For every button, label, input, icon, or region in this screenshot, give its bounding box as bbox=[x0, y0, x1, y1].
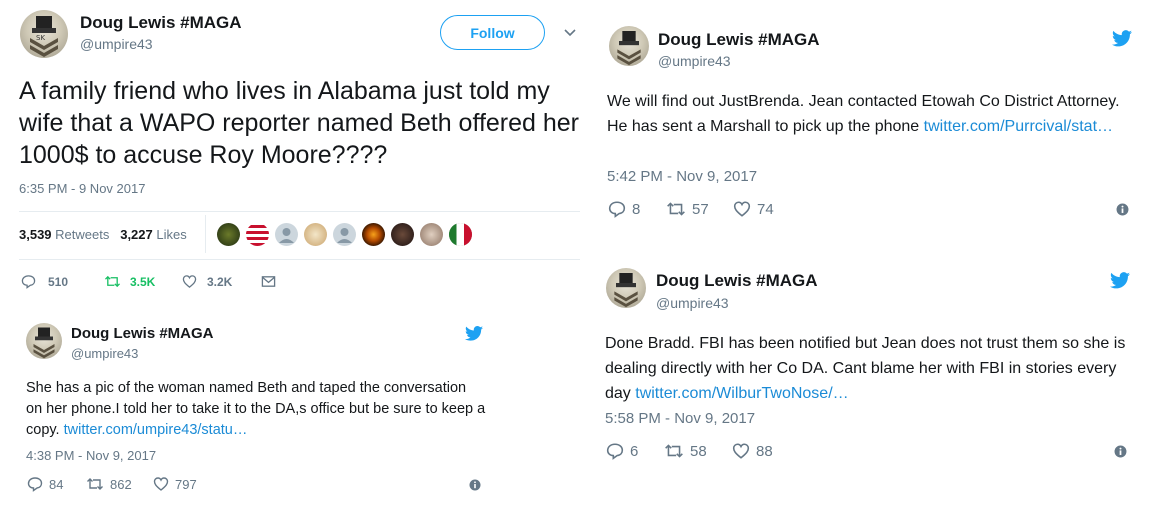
retweet-action[interactable]: 3.5K bbox=[104, 274, 155, 289]
twitter-bird-icon[interactable] bbox=[1112, 30, 1132, 47]
liker-avatar[interactable] bbox=[304, 223, 327, 246]
tweet-link[interactable]: twitter.com/umpire43/statu… bbox=[64, 422, 248, 438]
retweets-count[interactable]: 3,539 bbox=[19, 227, 52, 242]
reply-count: 510 bbox=[48, 274, 69, 289]
author-handle[interactable]: @umpire43 bbox=[80, 36, 153, 52]
message-action[interactable] bbox=[261, 274, 276, 289]
author-handle[interactable]: @umpire43 bbox=[658, 53, 731, 69]
reply-action[interactable]: 510 bbox=[21, 274, 68, 289]
retweet-icon bbox=[664, 442, 684, 460]
author-name[interactable]: Doug Lewis #MAGA bbox=[656, 271, 818, 291]
tweet-text: We will find out JustBrenda. Jean contac… bbox=[607, 89, 1127, 139]
liker-avatar[interactable] bbox=[449, 223, 472, 246]
tweet-text: Done Bradd. FBI has been notified but Je… bbox=[605, 331, 1135, 406]
liker-avatar[interactable] bbox=[391, 223, 414, 246]
retweet-icon bbox=[666, 200, 686, 218]
stats-separator bbox=[205, 215, 206, 253]
reply-count: 6 bbox=[630, 442, 639, 460]
reply-icon bbox=[21, 274, 36, 289]
timestamp[interactable]: 5:58 PM - Nov 9, 2017 bbox=[605, 410, 755, 427]
reply-action[interactable]: 6 bbox=[606, 442, 638, 460]
retweet-action[interactable]: 862 bbox=[86, 476, 132, 492]
heart-icon bbox=[733, 200, 751, 218]
heart-icon bbox=[732, 442, 750, 460]
retweet-action[interactable]: 57 bbox=[666, 200, 709, 218]
like-action[interactable]: 74 bbox=[733, 200, 774, 218]
heart-icon bbox=[153, 476, 169, 492]
author-name[interactable]: Doug Lewis #MAGA bbox=[71, 325, 214, 342]
reply-action[interactable]: 84 bbox=[27, 476, 63, 492]
retweet-count: 57 bbox=[692, 200, 709, 218]
envelope-icon bbox=[261, 274, 276, 289]
like-count: 74 bbox=[757, 200, 774, 218]
info-icon[interactable] bbox=[1114, 445, 1127, 458]
follow-button[interactable]: Follow bbox=[440, 15, 545, 50]
liker-avatar[interactable] bbox=[333, 223, 356, 246]
retweet-count: 862 bbox=[110, 476, 132, 492]
avatar[interactable] bbox=[606, 268, 646, 308]
like-action[interactable]: 797 bbox=[153, 476, 197, 492]
like-action[interactable]: 3.2K bbox=[182, 274, 232, 289]
timestamp[interactable]: 5:42 PM - Nov 9, 2017 bbox=[607, 168, 757, 185]
engagement-stats: 3,539 Retweets 3,227 Likes bbox=[19, 227, 187, 242]
like-count: 3.2K bbox=[207, 274, 233, 289]
avatar[interactable]: SK bbox=[20, 10, 68, 58]
reply-count: 8 bbox=[632, 200, 641, 218]
retweet-count: 3.5K bbox=[130, 274, 156, 289]
retweet-icon bbox=[86, 476, 104, 492]
tweet-link[interactable]: twitter.com/WilburTwoNose/… bbox=[635, 385, 848, 402]
tweet-link[interactable]: twitter.com/Purrcival/stat… bbox=[924, 118, 1113, 135]
liker-avatars bbox=[217, 223, 477, 247]
author-name[interactable]: Doug Lewis #MAGA bbox=[80, 13, 242, 33]
liker-avatar[interactable] bbox=[420, 223, 443, 246]
reply-count: 84 bbox=[49, 476, 64, 492]
divider bbox=[19, 211, 580, 212]
svg-text:SK: SK bbox=[36, 34, 45, 42]
reply-icon bbox=[608, 200, 626, 218]
tweet-text: She has a pic of the woman named Beth an… bbox=[26, 378, 486, 441]
tweet-text: A family friend who lives in Alabama jus… bbox=[19, 77, 580, 169]
info-icon[interactable] bbox=[1116, 203, 1129, 216]
like-count: 797 bbox=[175, 476, 197, 492]
author-handle[interactable]: @umpire43 bbox=[656, 295, 729, 311]
avatar[interactable] bbox=[609, 26, 649, 66]
timestamp[interactable]: 4:38 PM - Nov 9, 2017 bbox=[26, 448, 156, 463]
retweet-icon bbox=[104, 274, 121, 289]
likes-count[interactable]: 3,227 bbox=[120, 227, 153, 242]
like-action[interactable]: 88 bbox=[732, 442, 773, 460]
retweets-label[interactable]: Retweets bbox=[55, 227, 109, 242]
author-handle[interactable]: @umpire43 bbox=[71, 346, 138, 361]
info-icon[interactable] bbox=[469, 478, 481, 491]
twitter-bird-icon[interactable] bbox=[1110, 272, 1130, 289]
retweet-action[interactable]: 58 bbox=[664, 442, 707, 460]
twitter-bird-icon[interactable] bbox=[465, 326, 483, 341]
liker-avatar[interactable] bbox=[362, 223, 385, 246]
liker-avatar[interactable] bbox=[275, 223, 298, 246]
timestamp[interactable]: 6:35 PM - 9 Nov 2017 bbox=[19, 181, 145, 196]
liker-avatar[interactable] bbox=[217, 223, 240, 246]
like-count: 88 bbox=[756, 442, 773, 460]
reply-icon bbox=[606, 442, 624, 460]
likes-label[interactable]: Likes bbox=[156, 227, 186, 242]
heart-icon bbox=[182, 274, 197, 289]
reply-icon bbox=[27, 476, 43, 492]
avatar[interactable] bbox=[26, 323, 62, 359]
retweet-count: 58 bbox=[690, 442, 707, 460]
reply-action[interactable]: 8 bbox=[608, 200, 640, 218]
divider bbox=[19, 259, 580, 260]
author-name[interactable]: Doug Lewis #MAGA bbox=[658, 30, 820, 50]
chevron-down-icon[interactable] bbox=[563, 26, 577, 40]
liker-avatar[interactable] bbox=[246, 223, 269, 246]
